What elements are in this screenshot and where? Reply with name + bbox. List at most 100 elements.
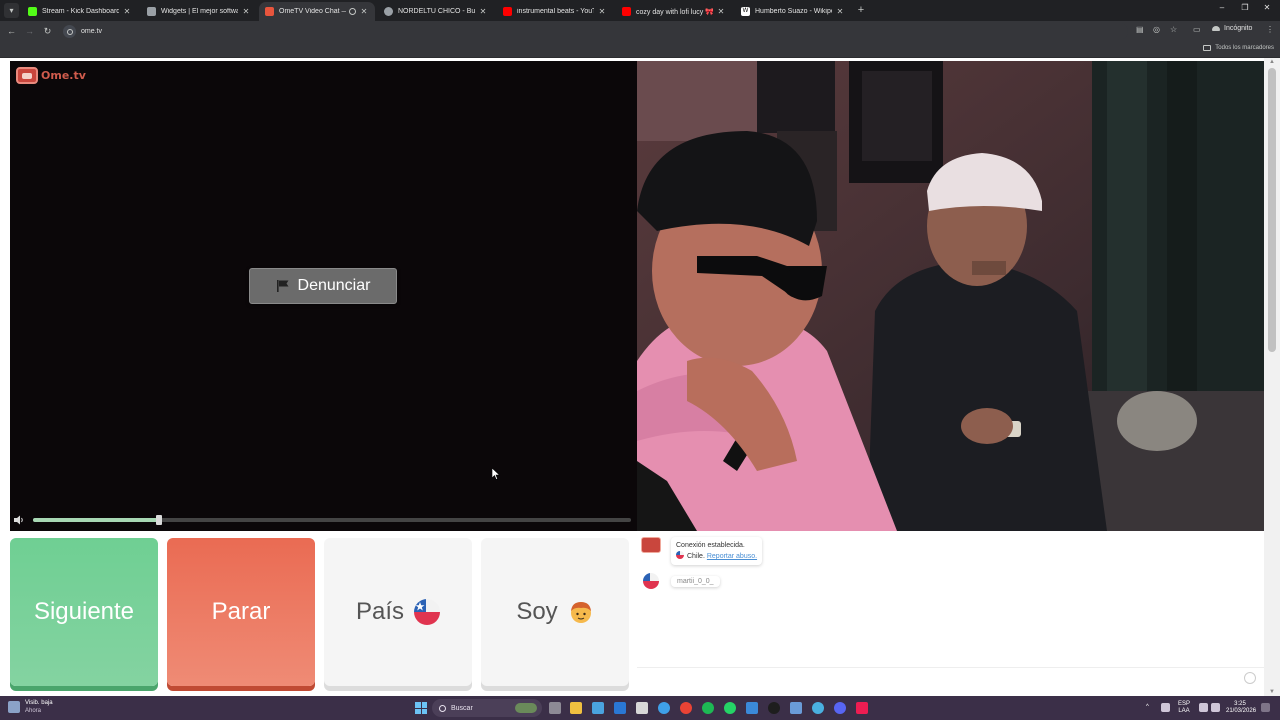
scroll-down-icon[interactable]: ▼ <box>1268 689 1276 695</box>
incognito-label: Incógnito <box>1224 25 1253 32</box>
reload-icon[interactable]: ↻ <box>41 25 54 38</box>
chile-flag-icon <box>643 573 659 589</box>
ometv-icon <box>265 7 274 16</box>
tab-kick[interactable]: Stream - Kick Dashboard ✕ <box>22 2 138 21</box>
stop-button[interactable]: Parar <box>167 538 315 686</box>
forward-icon[interactable]: → <box>23 25 36 38</box>
whatsapp-icon[interactable] <box>724 702 736 714</box>
new-tab-icon[interactable]: + <box>855 3 867 17</box>
close-icon[interactable]: ✕ <box>359 7 369 16</box>
wikipedia-icon: W <box>741 7 750 16</box>
eye-off-icon[interactable]: ◎ <box>1153 25 1160 34</box>
chile-flag-icon <box>676 551 684 559</box>
minimize-icon[interactable]: – <box>1216 3 1228 12</box>
window-close-icon[interactable]: ✕ <box>1261 3 1273 12</box>
close-icon[interactable]: ✕ <box>241 7 251 16</box>
store-icon[interactable] <box>636 702 648 714</box>
taskbar-search[interactable]: Buscar <box>432 699 542 717</box>
translate-icon[interactable]: ▤ <box>1136 25 1144 34</box>
site-info-icon[interactable] <box>63 25 76 38</box>
tiktok-icon[interactable] <box>856 702 868 714</box>
tab-widgets[interactable]: Widgets | El mejor software pa ✕ <box>141 2 257 21</box>
tab-search-menu-icon[interactable]: ▾ <box>4 3 19 18</box>
tab-youtube-beats[interactable]: instrumental beats - YouTube ✕ <box>497 2 613 21</box>
windows-start-icon[interactable] <box>415 702 427 714</box>
tab-title: Humberto Suazo - Wikipedia, l <box>755 8 832 15</box>
page-scrollbar[interactable]: ▲ ▼ <box>1264 58 1280 696</box>
report-button[interactable]: Denunciar <box>249 268 397 304</box>
weather-widget[interactable]: Visib. baja Ahora <box>8 699 53 715</box>
incognito-indicator[interactable]: Incógnito <box>1212 25 1252 32</box>
file-explorer-icon[interactable] <box>570 702 582 714</box>
close-icon[interactable]: ✕ <box>835 7 845 16</box>
tab-wikipedia[interactable]: W Humberto Suazo - Wikipedia, l ✕ <box>735 2 851 21</box>
country-line: Chile. Reportar abuso. <box>676 551 757 562</box>
close-icon[interactable]: ✕ <box>597 7 607 16</box>
outlook-icon[interactable] <box>614 702 626 714</box>
chat-input[interactable] <box>637 667 1264 689</box>
obs-icon[interactable] <box>768 702 780 714</box>
date: 21/03/2026 <box>1226 708 1257 714</box>
edge-icon[interactable] <box>658 702 670 714</box>
back-icon[interactable]: ← <box>5 25 18 38</box>
user-bubble: martii_0_0_ <box>671 575 720 587</box>
volume-thumb[interactable] <box>155 515 162 525</box>
mail-icon[interactable] <box>790 702 802 714</box>
search-icon <box>439 704 446 712</box>
language-indicator[interactable]: ESP LAA <box>1178 701 1190 715</box>
stop-label: Parar <box>211 598 271 625</box>
emoji-smile-icon[interactable] <box>1244 672 1256 684</box>
chrome-icon[interactable] <box>680 702 692 714</box>
weather-title: Visib. baja <box>25 700 53 706</box>
bookmarks-bar: Todos los marcadores <box>0 42 1280 58</box>
flag-icon <box>276 280 289 292</box>
tab-title: Widgets | El mejor software pa <box>161 8 238 15</box>
close-icon[interactable]: ✕ <box>478 7 488 16</box>
copilot-icon[interactable] <box>592 702 604 714</box>
bookmark-star-icon[interactable]: ☆ <box>1170 25 1177 34</box>
tray-overflow-icon[interactable]: ^ <box>1146 704 1149 711</box>
tab-youtube-lofi[interactable]: cozy day with lofi lucy 🎀 beat ✕ <box>616 2 732 21</box>
volume-icon[interactable] <box>13 514 25 526</box>
report-abuse-link[interactable]: Reportar abuso. <box>707 553 757 560</box>
user-message: martii_0_0_ <box>643 573 720 589</box>
system-message: Conexión establecida. Chile. Reportar ab… <box>641 537 763 565</box>
mouse-cursor-icon <box>492 468 500 480</box>
scroll-thumb[interactable] <box>1268 68 1276 352</box>
ometv-logo[interactable]: Ome.tv <box>16 67 86 84</box>
volume-slider[interactable] <box>33 515 631 525</box>
next-button[interactable]: Siguiente <box>10 538 158 686</box>
spotify-icon[interactable] <box>702 702 714 714</box>
address-bar[interactable]: ome.tv <box>58 23 1128 40</box>
cast-icon[interactable]: ▭ <box>1193 25 1201 34</box>
task-view-icon[interactable] <box>549 702 561 714</box>
maximize-icon[interactable]: ❐ <box>1239 3 1251 12</box>
country-button[interactable]: País <box>324 538 472 686</box>
clock[interactable]: 3:25 21/03/2026 <box>1226 701 1257 715</box>
gender-button[interactable]: Soy <box>481 538 629 686</box>
tab-google-search[interactable]: NORDELTU CHICO - Buscar con ✕ <box>378 2 494 21</box>
partner-video[interactable] <box>637 61 1264 531</box>
discord-icon[interactable] <box>834 702 846 714</box>
stranger-video[interactable]: Ome.tv Denunciar <box>10 61 637 531</box>
country-label: País <box>355 598 405 625</box>
tab-title: cozy day with lofi lucy 🎀 beat <box>636 8 713 16</box>
close-icon[interactable]: ✕ <box>122 7 132 16</box>
microphone-icon[interactable] <box>1161 703 1170 712</box>
speaker-icon[interactable] <box>1211 703 1220 712</box>
menu-dots-icon[interactable]: ⋮ <box>1266 25 1274 34</box>
close-icon[interactable]: ✕ <box>716 7 726 16</box>
scroll-up-icon[interactable]: ▲ <box>1268 59 1276 65</box>
widgets-icon <box>147 7 156 16</box>
all-bookmarks-button[interactable]: Todos los marcadores <box>1203 45 1274 51</box>
soy-label: Soy <box>516 598 558 625</box>
tv-logo-icon <box>16 67 38 84</box>
tab-ometv[interactable]: OmeTV Video Chat — Ome ✕ <box>259 2 375 21</box>
youtube-icon <box>622 7 631 16</box>
recording-icon <box>349 8 356 15</box>
tab-title: instrumental beats - YouTube <box>517 8 594 15</box>
notes-icon[interactable] <box>746 702 758 714</box>
notifications-icon[interactable] <box>1261 703 1270 712</box>
globe-icon[interactable] <box>812 702 824 714</box>
wifi-icon[interactable] <box>1199 703 1208 712</box>
